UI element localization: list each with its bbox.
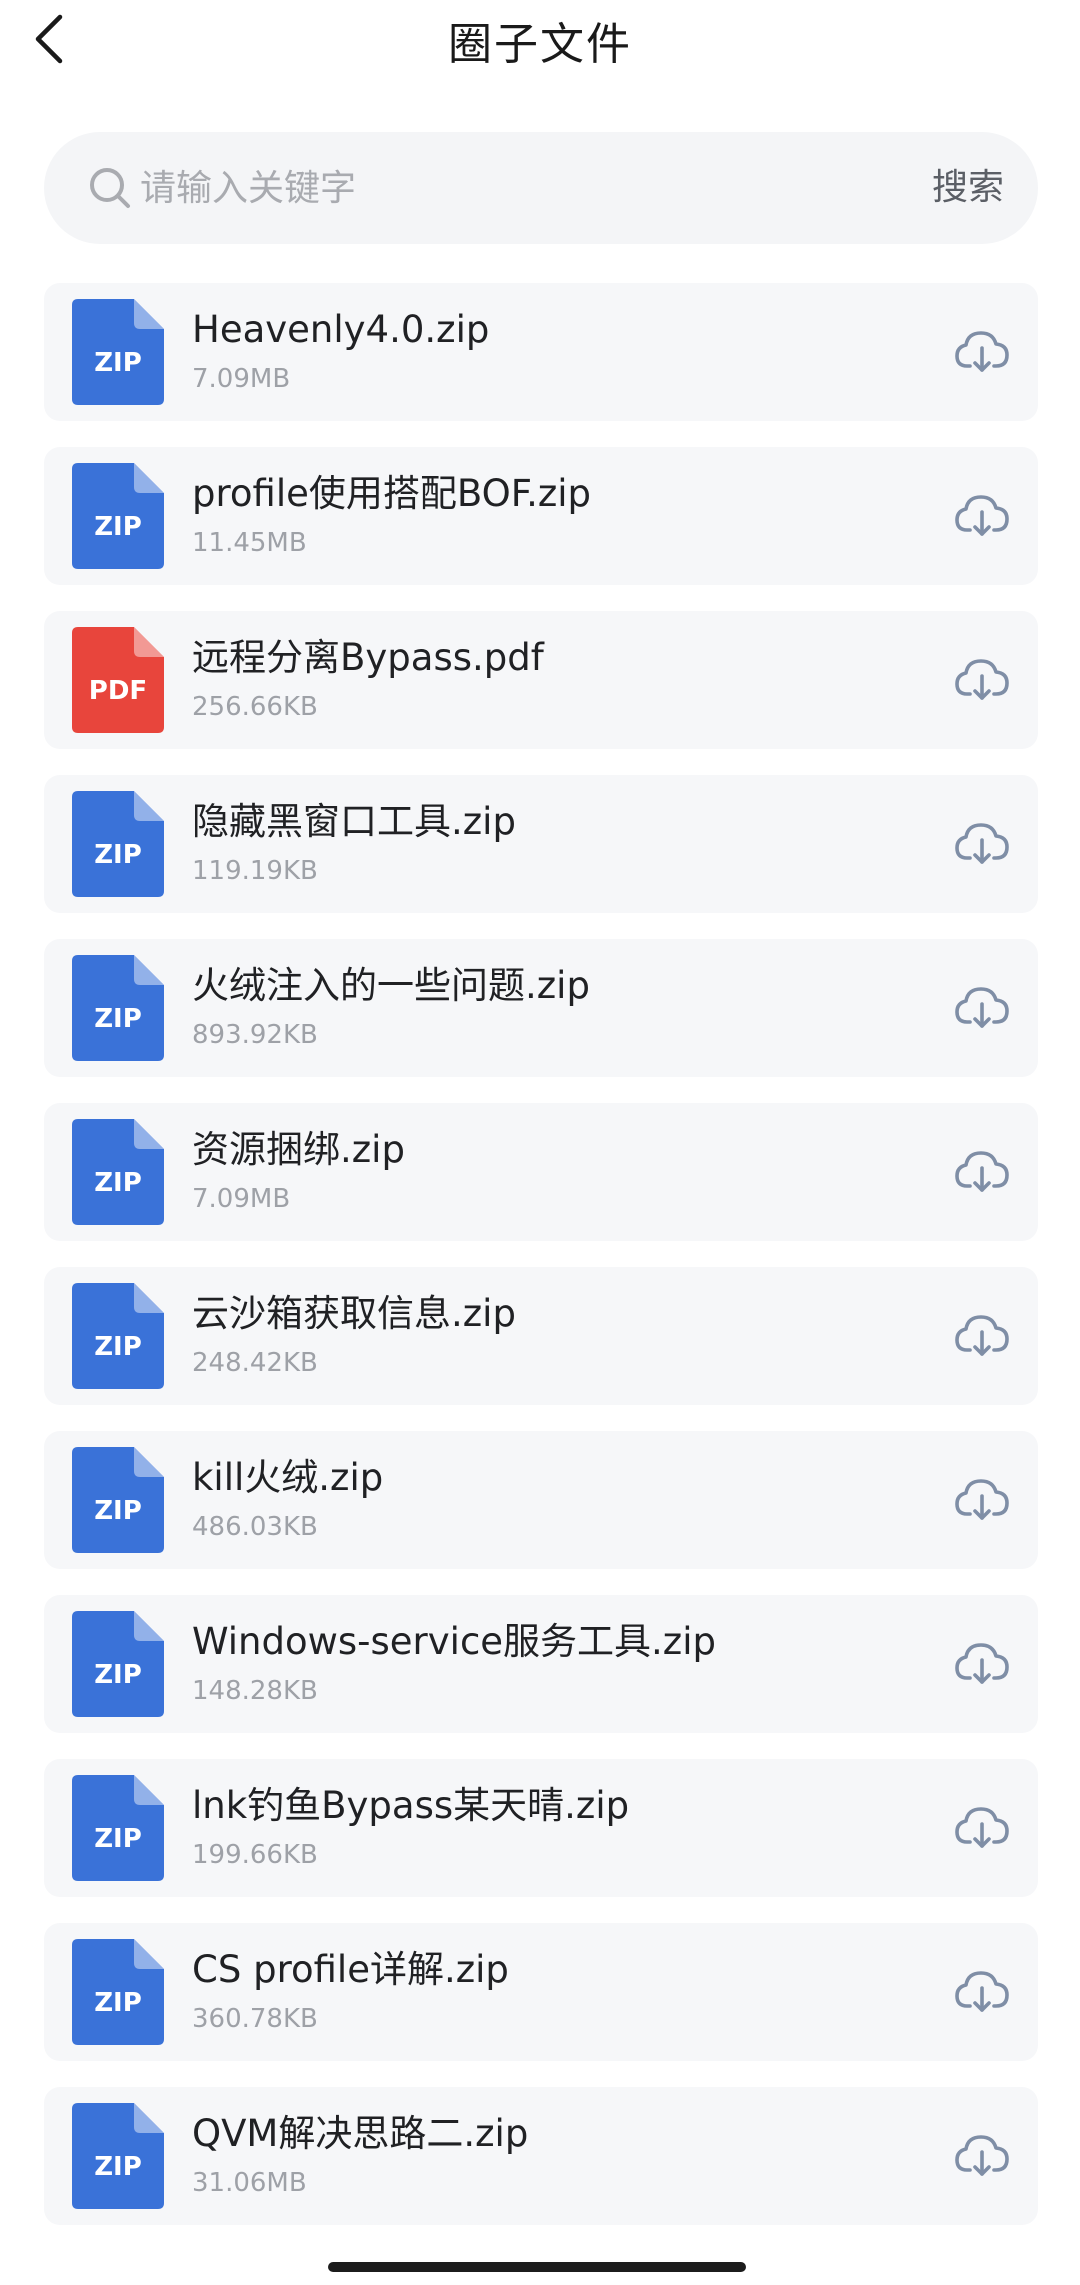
- zip-file-icon: ZIP: [72, 2103, 164, 2209]
- cloud-download-icon: [955, 1315, 1009, 1356]
- pdf-file-icon: PDF: [72, 627, 164, 733]
- download-button[interactable]: [952, 486, 1012, 546]
- file-item[interactable]: PDF 远程分离Bypass.pdf 256.66KB: [44, 611, 1038, 749]
- download-button[interactable]: [952, 322, 1012, 382]
- file-size: 7.09MB: [192, 1184, 291, 1214]
- file-name: QVM解决思路二.zip: [192, 2112, 529, 2155]
- file-size: 486.03KB: [192, 1512, 318, 1542]
- file-name: lnk钓鱼Bypass某天晴.zip: [192, 1784, 630, 1827]
- file-type-label: ZIP: [94, 1660, 142, 1690]
- file-type-label: ZIP: [94, 348, 142, 378]
- file-name: 远程分离Bypass.pdf: [192, 636, 544, 679]
- zip-file-icon: ZIP: [72, 1119, 164, 1225]
- file-item[interactable]: ZIP kill火绒.zip 486.03KB: [44, 1431, 1038, 1569]
- file-type-label: ZIP: [94, 1332, 142, 1362]
- cloud-download-icon: [955, 1151, 1009, 1192]
- cloud-download-icon: [955, 2135, 1009, 2176]
- download-button[interactable]: [952, 650, 1012, 710]
- search-input[interactable]: [140, 160, 840, 216]
- file-size: 148.28KB: [192, 1676, 318, 1706]
- search-bar: 搜索: [44, 132, 1038, 244]
- cloud-download-icon: [955, 495, 1009, 536]
- file-name: 云沙箱获取信息.zip: [192, 1292, 516, 1335]
- search-icon: [90, 168, 130, 208]
- file-size: 199.66KB: [192, 1840, 318, 1870]
- file-size: 248.42KB: [192, 1348, 318, 1378]
- file-type-label: ZIP: [94, 1824, 142, 1854]
- zip-file-icon: ZIP: [72, 1775, 164, 1881]
- file-item[interactable]: ZIP lnk钓鱼Bypass某天晴.zip 199.66KB: [44, 1759, 1038, 1897]
- file-item[interactable]: ZIP QVM解决思路二.zip 31.06MB: [44, 2087, 1038, 2225]
- cloud-download-icon: [955, 659, 1009, 700]
- top-bar: 圈子文件: [0, 0, 1080, 80]
- file-type-label: ZIP: [94, 1988, 142, 2018]
- home-indicator: [328, 2262, 746, 2272]
- file-item[interactable]: ZIP Windows-service服务工具.zip 148.28KB: [44, 1595, 1038, 1733]
- download-button[interactable]: [952, 1634, 1012, 1694]
- file-list: ZIP Heavenly4.0.zip 7.09MB ZIP profile使用搭配BO…: [44, 283, 1038, 2251]
- zip-file-icon: ZIP: [72, 1283, 164, 1389]
- file-size: 11.45MB: [192, 528, 307, 558]
- cloud-download-icon: [955, 331, 1009, 372]
- zip-file-icon: ZIP: [72, 1447, 164, 1553]
- file-type-label: ZIP: [94, 1004, 142, 1034]
- file-item[interactable]: ZIP 云沙箱获取信息.zip 248.42KB: [44, 1267, 1038, 1405]
- file-name: 隐藏黑窗口工具.zip: [192, 800, 516, 843]
- cloud-download-icon: [955, 823, 1009, 864]
- download-button[interactable]: [952, 1470, 1012, 1530]
- file-type-label: ZIP: [94, 512, 142, 542]
- download-button[interactable]: [952, 814, 1012, 874]
- file-item[interactable]: ZIP Heavenly4.0.zip 7.09MB: [44, 283, 1038, 421]
- cloud-download-icon: [955, 1971, 1009, 2012]
- download-button[interactable]: [952, 2126, 1012, 2186]
- zip-file-icon: ZIP: [72, 1611, 164, 1717]
- file-type-label: ZIP: [94, 1496, 142, 1526]
- download-button[interactable]: [952, 1962, 1012, 2022]
- file-name: profile使用搭配BOF.zip: [192, 472, 592, 515]
- file-name: 火绒注入的一些问题.zip: [192, 964, 590, 1007]
- download-button[interactable]: [952, 978, 1012, 1038]
- cloud-download-icon: [955, 987, 1009, 1028]
- cloud-download-icon: [955, 1807, 1009, 1848]
- download-button[interactable]: [952, 1798, 1012, 1858]
- file-type-label: ZIP: [94, 2152, 142, 2182]
- file-size: 31.06MB: [192, 2168, 307, 2198]
- file-name: Heavenly4.0.zip: [192, 308, 490, 351]
- cloud-download-icon: [955, 1643, 1009, 1684]
- zip-file-icon: ZIP: [72, 791, 164, 897]
- file-item[interactable]: ZIP 资源捆绑.zip 7.09MB: [44, 1103, 1038, 1241]
- file-size: 119.19KB: [192, 856, 318, 886]
- search-button[interactable]: 搜索: [932, 160, 1004, 216]
- file-type-label: PDF: [89, 676, 147, 706]
- page-title: 圈子文件: [448, 19, 632, 70]
- file-type-label: ZIP: [94, 840, 142, 870]
- file-name: kill火绒.zip: [192, 1456, 384, 1499]
- zip-file-icon: ZIP: [72, 463, 164, 569]
- file-size: 256.66KB: [192, 692, 318, 722]
- file-size: 360.78KB: [192, 2004, 318, 2034]
- zip-file-icon: ZIP: [72, 955, 164, 1061]
- cloud-download-icon: [955, 1479, 1009, 1520]
- file-size: 7.09MB: [192, 364, 291, 394]
- file-size: 893.92KB: [192, 1020, 318, 1050]
- file-item[interactable]: ZIP 隐藏黑窗口工具.zip 119.19KB: [44, 775, 1038, 913]
- file-name: Windows-service服务工具.zip: [192, 1620, 716, 1663]
- file-name: CS profile详解.zip: [192, 1948, 509, 1991]
- download-button[interactable]: [952, 1142, 1012, 1202]
- file-name: 资源捆绑.zip: [192, 1128, 405, 1171]
- file-type-label: ZIP: [94, 1168, 142, 1198]
- zip-file-icon: ZIP: [72, 299, 164, 405]
- file-item[interactable]: ZIP 火绒注入的一些问题.zip 893.92KB: [44, 939, 1038, 1077]
- file-item[interactable]: ZIP CS profile详解.zip 360.78KB: [44, 1923, 1038, 2061]
- file-item[interactable]: ZIP profile使用搭配BOF.zip 11.45MB: [44, 447, 1038, 585]
- zip-file-icon: ZIP: [72, 1939, 164, 2045]
- download-button[interactable]: [952, 1306, 1012, 1366]
